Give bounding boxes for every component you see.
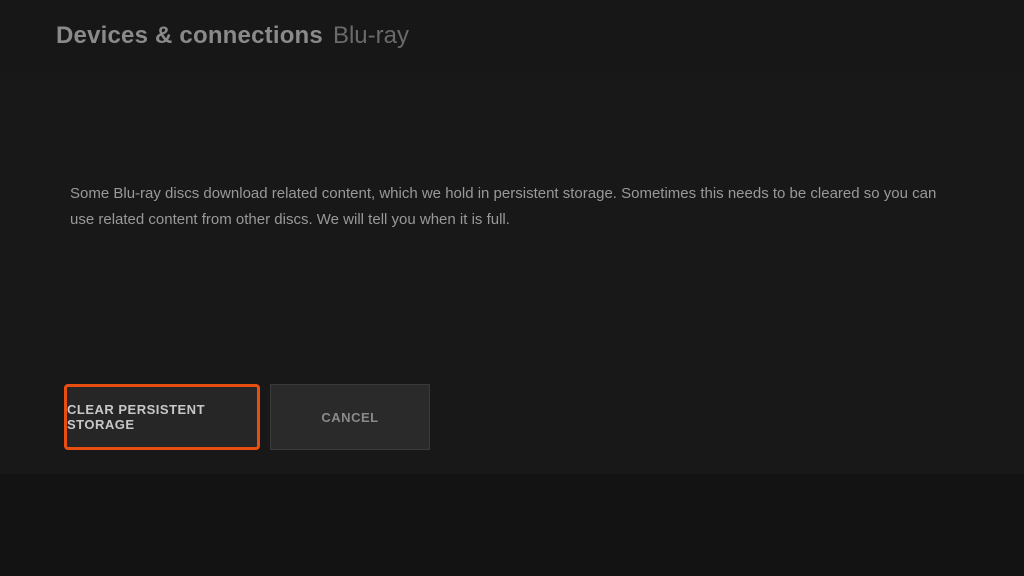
header-section-title: Devices & connections (56, 22, 323, 50)
clear-persistent-storage-button[interactable]: CLEAR PERSISTENT STORAGE (64, 384, 260, 450)
header-page-title: Blu-ray (333, 22, 409, 50)
button-row: CLEAR PERSISTENT STORAGE CANCEL (64, 384, 430, 450)
clear-button-label: CLEAR PERSISTENT STORAGE (67, 402, 257, 432)
cancel-button[interactable]: CANCEL (270, 384, 430, 450)
cancel-button-label: CANCEL (321, 410, 378, 425)
page-header: Devices & connections Blu-ray (0, 0, 1024, 71)
bottom-band (0, 474, 1024, 576)
description-text: Some Blu-ray discs download related cont… (70, 181, 950, 232)
